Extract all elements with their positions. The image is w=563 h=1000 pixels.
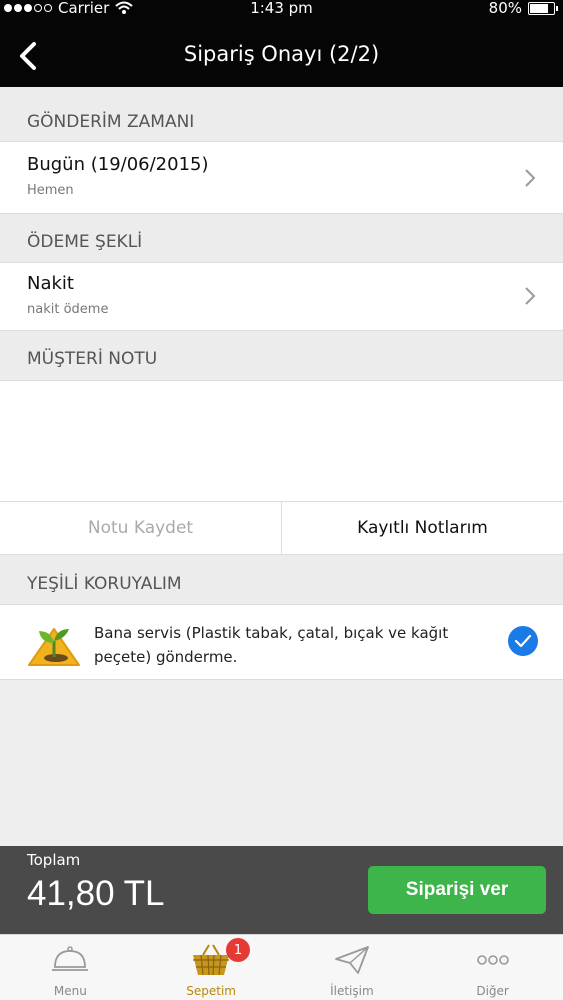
battery-icon xyxy=(528,1,558,15)
more-icon xyxy=(476,955,509,965)
tab-label: Diğer xyxy=(476,984,509,998)
payment-method-row[interactable]: Nakit nakit ödeme xyxy=(0,262,563,331)
tab-more[interactable]: Diğer xyxy=(422,935,563,1000)
chevron-right-icon xyxy=(525,287,536,305)
total-amount: 41,80 TL xyxy=(27,874,165,913)
battery-percent: 80% xyxy=(488,0,522,17)
status-bar: Carrier 1:43 pm 80% xyxy=(0,0,563,18)
place-order-button[interactable]: Siparişi ver xyxy=(368,866,546,914)
customer-note-textarea[interactable] xyxy=(0,380,563,501)
tab-label: İletişim xyxy=(330,984,374,998)
eco-sprout-icon xyxy=(28,628,80,666)
saved-notes-button[interactable]: Kayıtlı Notlarım xyxy=(282,502,563,554)
tab-bar: Menu Sepetim İletişim Diğer xyxy=(0,934,563,1000)
total-label: Toplam xyxy=(27,851,81,869)
clock: 1:43 pm xyxy=(250,0,313,17)
delivery-section-header: GÖNDERİM ZAMANI xyxy=(0,87,563,141)
delivery-time-sub: Hemen xyxy=(27,183,74,198)
payment-section-header: ÖDEME ŞEKLİ xyxy=(0,214,563,262)
payment-method-value: Nakit xyxy=(27,273,74,294)
tab-contact[interactable]: İletişim xyxy=(282,935,423,1000)
no-cutlery-text: Bana servis (Plastik tabak, çatal, bıçak… xyxy=(94,624,449,666)
checkmark-circle-icon[interactable] xyxy=(508,626,538,656)
tab-label: Menu xyxy=(53,984,87,998)
no-cutlery-row[interactable]: Bana servis (Plastik tabak, çatal, bıçak… xyxy=(0,604,563,680)
tab-menu[interactable]: Menu xyxy=(0,935,141,1000)
paper-plane-icon xyxy=(334,946,369,974)
delivery-time-value: Bugün (19/06/2015) xyxy=(27,154,209,175)
tab-cart[interactable]: Sepetim xyxy=(141,935,282,1000)
chevron-right-icon xyxy=(525,169,536,187)
cart-count-badge: 1 xyxy=(226,938,250,962)
page-title: Sipariş Onayı (2/2) xyxy=(183,42,380,66)
note-buttons: Notu Kaydet Kayıtlı Notlarım xyxy=(0,501,563,555)
save-note-button[interactable]: Notu Kaydet xyxy=(0,502,282,554)
tab-label: Sepetim xyxy=(186,984,236,998)
note-section-header: MÜŞTERİ NOTU xyxy=(0,331,563,380)
cloche-icon xyxy=(52,946,89,971)
payment-method-sub: nakit ödeme xyxy=(27,302,109,317)
delivery-time-row[interactable]: Bugün (19/06/2015) Hemen xyxy=(0,141,563,214)
header-bar: Carrier 1:43 pm 80% Sipariş Onayı (2/2) xyxy=(0,0,563,87)
green-section-header: YEŞİLİ KORUYALIM xyxy=(0,555,563,604)
total-bar: Toplam 41,80 TL Siparişi ver xyxy=(0,846,563,934)
